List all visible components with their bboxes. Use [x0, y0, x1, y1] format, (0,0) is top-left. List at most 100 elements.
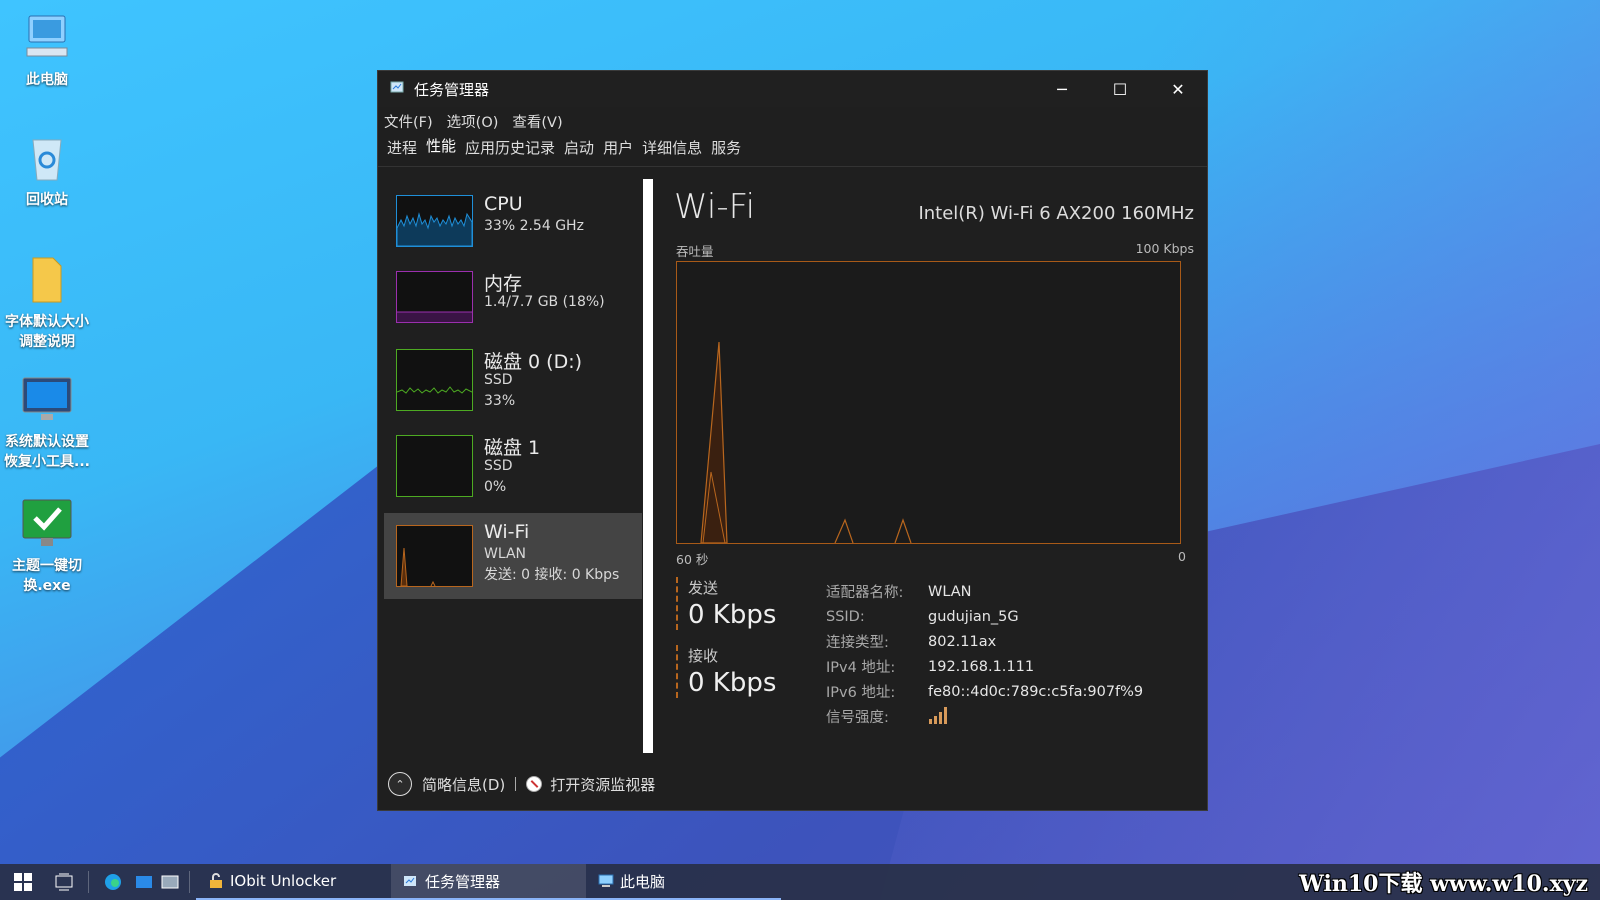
- fewer-details-link[interactable]: 简略信息(D): [422, 774, 505, 795]
- resource-list-scrollbar[interactable]: [643, 179, 653, 753]
- maximize-button[interactable]: ☐: [1091, 71, 1149, 107]
- recycle-bin-icon: [19, 130, 75, 186]
- tab-processes[interactable]: 进程: [384, 137, 420, 166]
- menu-file[interactable]: 文件(F): [384, 111, 433, 132]
- taskbar-app-label: IObit Unlocker: [230, 872, 337, 890]
- throughput-graph: [676, 261, 1181, 544]
- resource-list: CPU 33% 2.54 GHz 内存 1.4/7.7 GB (18%) 磁盘 …: [384, 183, 644, 759]
- property-value: 802.11ax: [928, 633, 997, 650]
- property-key: SSID:: [826, 608, 865, 625]
- property-row: IPv4 地址: 192.168.1.111: [826, 654, 1143, 679]
- resource-item-memory[interactable]: 内存 1.4/7.7 GB (18%): [384, 261, 642, 347]
- computer-icon: [598, 874, 614, 887]
- memory-thumbnail-graph: [396, 271, 473, 323]
- resource-stat: 33%: [484, 393, 516, 409]
- adapter-properties: 适配器名称: WLAN SSID: gudujian_5G 连接类型: 802.…: [826, 579, 1143, 729]
- property-row: 连接类型: 802.11ax: [826, 629, 1143, 654]
- title-bar[interactable]: 任务管理器 ─ ☐ ✕: [378, 71, 1207, 107]
- receive-value: 0 Kbps: [688, 668, 777, 698]
- desktop-icon-label: 主题一键切换.exe: [12, 558, 82, 594]
- throughput-graph-svg: [700, 341, 912, 544]
- desktop-icon-restore-tool[interactable]: 系统默认设置恢复小工具...: [0, 372, 94, 472]
- property-row: IPv6 地址: fe80::4d0c:789c:c5fa:907f%9: [826, 679, 1143, 704]
- property-key: 信号强度:: [826, 710, 889, 726]
- start-button[interactable]: [0, 864, 46, 900]
- signal-strength-icon: [928, 706, 950, 728]
- task-manager-window: 任务管理器 ─ ☐ ✕ 文件(F) 选项(O) 查看(V) 进程 性能 应用历史…: [377, 70, 1208, 811]
- resource-stat: 发送: 0 接收: 0 Kbps: [484, 567, 620, 583]
- taskbar-divider: [189, 871, 190, 893]
- send-metric: 发送 0 Kbps: [676, 577, 776, 630]
- task-manager-icon: [390, 79, 406, 99]
- resource-name: Wi-Fi: [484, 521, 530, 543]
- send-value: 0 Kbps: [688, 600, 777, 630]
- taskbar-app-label: 任务管理器: [425, 872, 501, 891]
- desktop-icon-this-pc[interactable]: 此电脑: [0, 10, 94, 90]
- resource-item-cpu[interactable]: CPU 33% 2.54 GHz: [384, 183, 642, 269]
- resource-monitor-icon: [526, 776, 543, 792]
- close-button[interactable]: ✕: [1149, 71, 1207, 107]
- taskbar-divider: [88, 871, 89, 893]
- desktop-icon-label: 字体默认大小调整说明: [5, 314, 89, 350]
- taskbar-app-task-manager[interactable]: 任务管理器: [391, 864, 586, 900]
- receive-label: 接收: [688, 647, 719, 665]
- open-resource-monitor-link[interactable]: 打开资源监视器: [550, 774, 655, 795]
- wifi-thumbnail-graph: [396, 525, 473, 587]
- property-key: 适配器名称:: [826, 585, 904, 601]
- folder-icon: [19, 252, 75, 308]
- minimize-button[interactable]: ─: [1033, 71, 1091, 107]
- desktop-icon-recycle-bin[interactable]: 回收站: [0, 130, 94, 210]
- disk-1-thumbnail-graph: [396, 435, 473, 497]
- property-value: WLAN: [928, 583, 972, 600]
- desktop-icon-label: 回收站: [26, 192, 68, 208]
- file-explorer-icon[interactable]: [157, 864, 183, 900]
- property-value: 192.168.1.111: [928, 658, 1035, 675]
- property-row: 信号强度:: [826, 704, 1143, 729]
- desktop-icon-theme-switch[interactable]: 主题一键切换.exe: [0, 496, 94, 596]
- property-row: 适配器名称: WLAN: [826, 579, 1143, 604]
- desktop-icon-label: 系统默认设置恢复小工具...: [4, 434, 90, 470]
- adapter-model: Intel(R) Wi-Fi 6 AX200 160MHz: [918, 203, 1194, 224]
- menu-options[interactable]: 选项(O): [447, 111, 499, 132]
- property-value: gudujian_5G: [928, 608, 1019, 625]
- graph-span-label: 60 秒: [676, 552, 709, 567]
- footer-bar: ⌃ 简略信息(D) 打开资源监视器: [378, 764, 1209, 804]
- checkmark-monitor-icon: [19, 496, 75, 552]
- wifi-detail-pane: Wi-Fi Intel(R) Wi-Fi 6 AX200 160MHz 吞吐量 …: [674, 179, 1194, 759]
- windows-logo-icon: [14, 873, 32, 891]
- edge-browser-icon[interactable]: [95, 864, 131, 900]
- resource-stat: SSD: [484, 458, 513, 474]
- desktop-icon-label: 此电脑: [26, 72, 68, 88]
- tab-startup[interactable]: 启动: [561, 137, 597, 166]
- resource-item-disk-0[interactable]: 磁盘 0 (D:) SSD 33%: [384, 339, 642, 425]
- desktop-icon-font-guide[interactable]: 字体默认大小调整说明: [0, 252, 94, 352]
- property-key: 连接类型:: [826, 635, 889, 651]
- taskbar-app-label: 此电脑: [620, 872, 666, 891]
- resource-stat: 1.4/7.7 GB (18%): [484, 294, 605, 310]
- send-label: 发送: [688, 579, 719, 597]
- tab-details[interactable]: 详细信息: [639, 137, 705, 166]
- resource-item-wifi[interactable]: Wi-Fi WLAN 发送: 0 接收: 0 Kbps: [384, 513, 642, 599]
- window-title: 任务管理器: [414, 80, 490, 99]
- tab-services[interactable]: 服务: [708, 137, 744, 166]
- resource-stat: WLAN: [484, 546, 527, 562]
- property-value: fe80::4d0c:789c:c5fa:907f%9: [928, 683, 1144, 700]
- tab-app-history[interactable]: 应用历史记录: [462, 137, 558, 166]
- resource-stat: 0%: [484, 479, 507, 495]
- chevron-up-icon[interactable]: ⌃: [388, 772, 412, 796]
- menu-bar: 文件(F) 选项(O) 查看(V): [378, 107, 1207, 135]
- taskbar-app-iobit-unlocker[interactable]: IObit Unlocker: [196, 864, 391, 900]
- graph-max-label: 100 Kbps: [1135, 241, 1194, 256]
- menu-view[interactable]: 查看(V): [512, 111, 562, 132]
- task-view-icon[interactable]: [46, 864, 82, 900]
- footer-divider: [515, 777, 517, 791]
- performance-panel: CPU 33% 2.54 GHz 内存 1.4/7.7 GB (18%) 磁盘 …: [378, 179, 1209, 759]
- resource-stat: 33% 2.54 GHz: [484, 218, 584, 234]
- tab-users[interactable]: 用户: [600, 137, 636, 166]
- disk-0-thumbnail-graph: [396, 349, 473, 411]
- tab-bar: 进程 性能 应用历史记录 启动 用户 详细信息 服务: [378, 135, 1207, 167]
- tab-performance[interactable]: 性能: [423, 135, 459, 166]
- mail-icon[interactable]: [131, 864, 157, 900]
- resource-item-disk-1[interactable]: 磁盘 1 SSD 0%: [384, 427, 642, 513]
- taskbar-app-this-pc[interactable]: 此电脑: [586, 864, 781, 900]
